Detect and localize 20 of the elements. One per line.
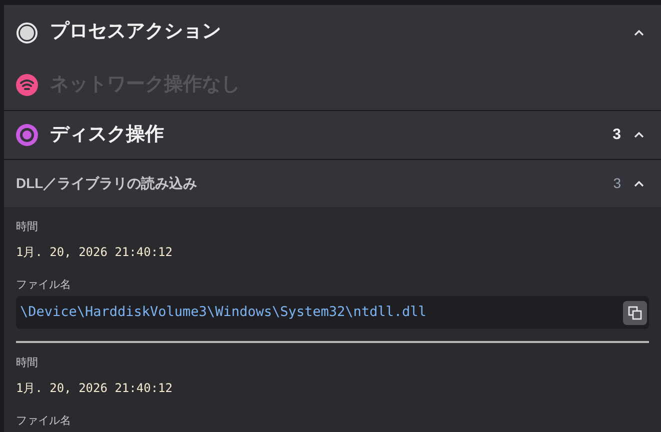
- path-field: \Device\HarddiskVolume3\Windows\System32\ntdll.dll: [16, 296, 649, 329]
- field-label: 時間: [16, 356, 39, 371]
- subsection-title: DLL／ライブラリの読み込み: [16, 174, 198, 193]
- time-value: 1月. 20, 2026 21:40:12: [16, 380, 174, 396]
- chevron-up-icon[interactable]: [633, 131, 645, 139]
- target-icon: [16, 124, 38, 146]
- chevron-up-icon[interactable]: [633, 28, 645, 36]
- field-label: ファイル名: [16, 278, 72, 292]
- circle-icon: [16, 22, 38, 44]
- wifi-icon: [16, 74, 38, 96]
- time-value: 1月. 20, 2026 21:40:12: [16, 244, 174, 260]
- field-label: ファイル名: [16, 414, 72, 428]
- count-label: 3: [613, 174, 621, 193]
- section-title: プロセスアクション: [50, 20, 221, 44]
- section-title: ディスク操作: [50, 122, 164, 147]
- count-label: 3: [612, 124, 621, 145]
- copy-button[interactable]: [623, 300, 647, 324]
- copy-icon: [628, 306, 642, 320]
- chevron-up-icon[interactable]: [633, 180, 645, 188]
- field-label: 時間: [16, 220, 39, 235]
